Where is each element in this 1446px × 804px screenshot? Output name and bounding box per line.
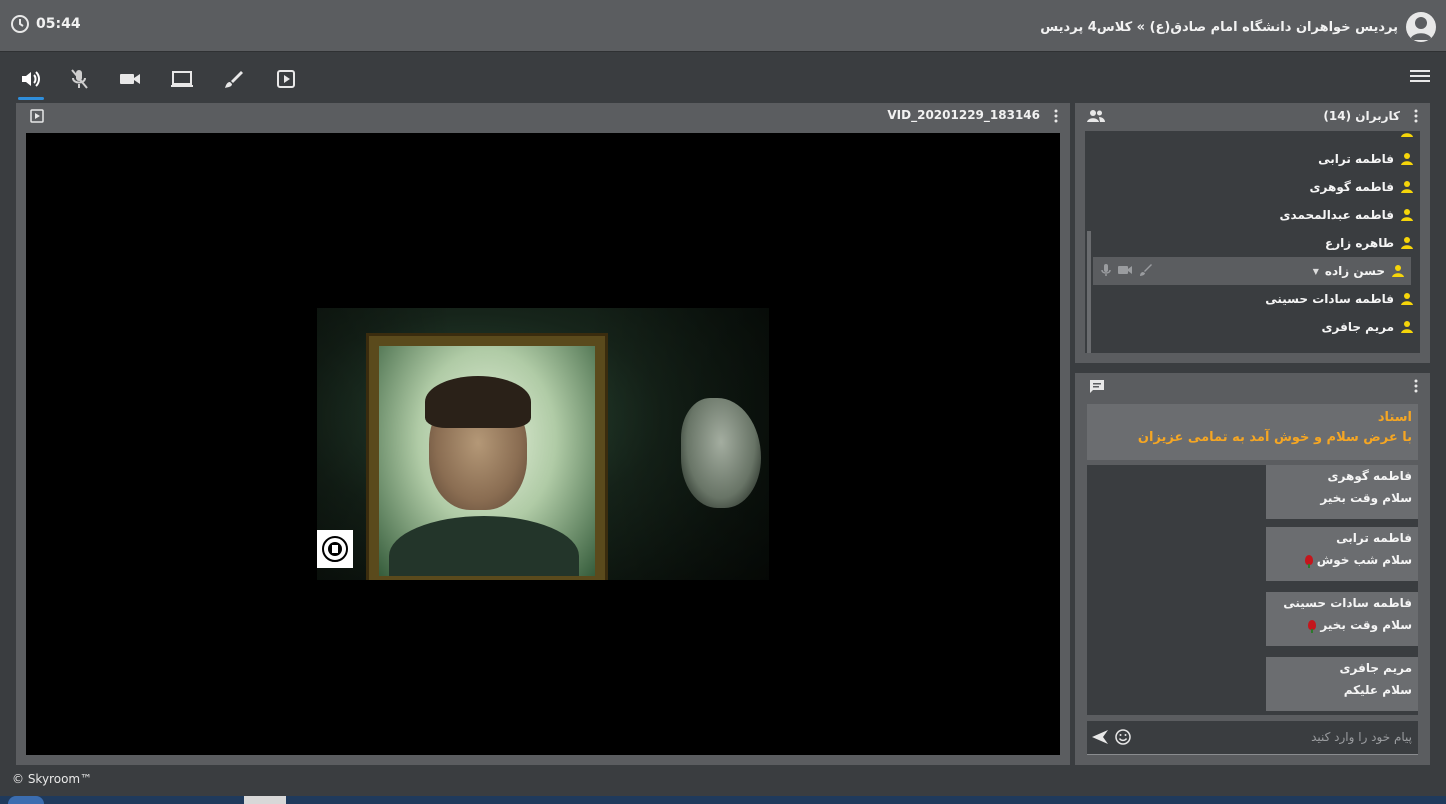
mic-icon[interactable] xyxy=(1101,263,1111,277)
users-panel-header: کاربران (14) xyxy=(1075,103,1430,131)
brush-icon[interactable] xyxy=(1139,263,1153,277)
microphone-button[interactable] xyxy=(66,66,92,92)
speaker-icon xyxy=(20,69,42,89)
list-item[interactable]: فاطمه ترابی xyxy=(1085,145,1420,173)
users-title: کاربران (14) xyxy=(1323,109,1400,123)
message-author: فاطمه سادات حسینی xyxy=(1283,596,1412,610)
list-item[interactable]: فاطمه سادات حسینی xyxy=(1085,285,1420,313)
pinned-text: با عرض سلام و خوش آمد به تمامی عزیزان xyxy=(1137,430,1412,445)
user-name: طاهره زارع xyxy=(1325,236,1394,250)
user-icon xyxy=(1400,152,1414,166)
chat-input-placeholder: پیام خود را وارد کنید xyxy=(1311,730,1412,744)
logo-icon xyxy=(317,530,353,568)
camera-icon[interactable] xyxy=(1117,264,1133,276)
user-name: فاطمه گوهری xyxy=(1309,180,1394,194)
video-player[interactable] xyxy=(26,133,1060,755)
camera-button[interactable] xyxy=(117,66,143,92)
camera-icon xyxy=(119,71,141,87)
message-text: سلام وقت بخیر xyxy=(1320,491,1412,505)
pinned-message: استاد با عرض سلام و خوش آمد به تمامی عزی… xyxy=(1087,404,1418,460)
message-text: سلام وقت بخیر xyxy=(1320,618,1412,632)
video-frame-image xyxy=(317,308,769,580)
users-scrollbar[interactable] xyxy=(1087,231,1091,353)
menu-icon xyxy=(1410,68,1430,84)
message-text: سلام علیکم xyxy=(1343,683,1412,697)
list-item-selected[interactable]: ▼ حسن زاده xyxy=(1093,257,1411,285)
list-item[interactable] xyxy=(1085,131,1420,145)
list-item[interactable]: فاطمه گوهری xyxy=(1085,173,1420,201)
whiteboard-button[interactable] xyxy=(221,66,247,92)
start-button[interactable] xyxy=(8,796,44,804)
speaker-button[interactable] xyxy=(18,66,44,100)
chat-input-field[interactable]: پیام خود را وارد کنید xyxy=(1087,721,1418,755)
users-group-icon xyxy=(1087,109,1105,123)
user-icon xyxy=(1400,292,1414,306)
message-author: مریم جافری xyxy=(1339,661,1412,675)
more-vertical-icon[interactable] xyxy=(1054,109,1058,123)
users-list[interactable]: فاطمه ترابی فاطمه گوهری فاطمه عبدالمحمدی… xyxy=(1085,131,1420,353)
user-icon xyxy=(1400,208,1414,222)
video-panel: VID_20201229_183146 xyxy=(16,103,1070,765)
mic-off-icon xyxy=(69,68,89,90)
user-icon xyxy=(1391,264,1405,278)
caret-down-icon[interactable]: ▼ xyxy=(1313,267,1319,276)
chat-messages[interactable]: فاطمه گوهری سلام وقت بخیر فاطمه ترابی سل… xyxy=(1087,465,1418,715)
user-name: فاطمه سادات حسینی xyxy=(1265,292,1394,306)
room-title: پردیس خواهران دانشگاه امام صادق(ع) » کلا… xyxy=(1040,19,1398,35)
media-button[interactable] xyxy=(273,66,299,92)
chat-icon xyxy=(1089,379,1105,395)
user-controls xyxy=(1101,263,1153,277)
video-title: VID_20201229_183146 xyxy=(887,108,1040,122)
user-name: فاطمه ترابی xyxy=(1318,152,1394,166)
clock-icon xyxy=(10,14,30,34)
chat-message: مریم جافری سلام علیکم xyxy=(1266,657,1418,711)
chat-message: فاطمه ترابی سلام شب خوش xyxy=(1266,527,1418,581)
list-item[interactable]: طاهره زارع xyxy=(1085,229,1420,257)
user-icon xyxy=(1400,180,1414,194)
media-play-icon xyxy=(276,69,296,89)
user-avatar-icon[interactable] xyxy=(1406,12,1436,42)
taskbar-item[interactable] xyxy=(244,796,286,804)
top-header: 05:44 پردیس خواهران دانشگاه امام صادق(ع)… xyxy=(0,0,1446,52)
media-play-icon[interactable] xyxy=(30,109,44,123)
user-icon xyxy=(1400,131,1414,138)
message-text: سلام شب خوش xyxy=(1316,553,1412,567)
send-icon[interactable] xyxy=(1091,729,1109,745)
screen-share-icon xyxy=(170,70,194,88)
os-taskbar xyxy=(0,796,1446,804)
list-item[interactable]: فاطمه عبدالمحمدی xyxy=(1085,201,1420,229)
more-vertical-icon[interactable] xyxy=(1414,109,1418,123)
toolbar xyxy=(0,53,1446,101)
clock-time: 05:44 xyxy=(36,16,81,32)
chat-message: فاطمه گوهری سلام وقت بخیر xyxy=(1266,465,1418,519)
user-icon xyxy=(1400,236,1414,250)
user-name: حسن زاده xyxy=(1324,264,1385,278)
brand-footer: © Skyroom™ xyxy=(12,772,93,786)
more-vertical-icon[interactable] xyxy=(1414,379,1418,393)
main-menu-button[interactable] xyxy=(1410,68,1430,84)
whiteboard-brush-icon xyxy=(224,69,244,89)
users-panel: کاربران (14) فاطمه ترابی فاطمه گوهری فاط… xyxy=(1075,103,1430,363)
user-icon xyxy=(1400,320,1414,334)
message-author: فاطمه گوهری xyxy=(1327,469,1412,483)
screen-share-button[interactable] xyxy=(169,66,195,92)
session-clock: 05:44 xyxy=(10,14,81,34)
list-item[interactable]: مریم جافری xyxy=(1085,313,1420,341)
user-name: فاطمه عبدالمحمدی xyxy=(1279,208,1394,222)
hand-silhouette xyxy=(681,398,761,508)
emoji-icon[interactable] xyxy=(1115,729,1131,745)
message-author: فاطمه ترابی xyxy=(1336,531,1412,545)
rose-emoji-icon xyxy=(1308,620,1317,633)
chat-message: فاطمه سادات حسینی سلام وقت بخیر xyxy=(1266,592,1418,646)
rose-emoji-icon xyxy=(1304,555,1313,568)
video-panel-header: VID_20201229_183146 xyxy=(16,103,1070,131)
user-name: مریم جافری xyxy=(1321,320,1394,334)
pinned-author: استاد xyxy=(1377,410,1412,425)
framed-portrait xyxy=(369,336,605,580)
chat-panel: استاد با عرض سلام و خوش آمد به تمامی عزی… xyxy=(1075,373,1430,765)
